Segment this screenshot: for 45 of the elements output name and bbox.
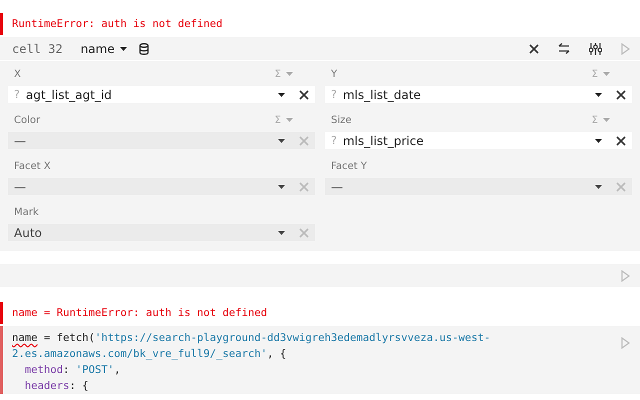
run-icon[interactable] <box>621 270 630 282</box>
sliders-icon[interactable] <box>589 42 602 54</box>
caret-icon <box>286 118 293 122</box>
run-icon[interactable] <box>621 337 630 349</box>
caret-icon <box>278 92 285 96</box>
caret-icon <box>595 138 602 142</box>
code-line: 2.es.amazonaws.com/bk_vre_full9/_search', { <box>12 347 288 362</box>
close-icon[interactable] <box>299 90 309 100</box>
field-label: Facet Y <box>331 160 368 172</box>
swap-arrows-icon[interactable] <box>558 43 570 54</box>
field-label: X <box>14 68 22 80</box>
field-select[interactable]: — <box>8 178 293 195</box>
caret-icon <box>603 118 610 122</box>
field-label: Facet X <box>14 160 52 172</box>
close-icon[interactable] <box>616 136 626 146</box>
field-select[interactable]: — <box>8 132 293 149</box>
caret-icon <box>120 46 127 50</box>
field-label: Size <box>331 114 353 126</box>
run-icon[interactable] <box>621 42 630 54</box>
clear-button[interactable] <box>610 132 632 149</box>
clear-button[interactable] <box>293 86 315 103</box>
database-icon[interactable] <box>138 42 149 54</box>
field-label: Y <box>331 68 338 80</box>
field-label: Color <box>14 114 42 126</box>
caret-icon <box>595 92 602 96</box>
field-select[interactable]: ? agt_list_agt_id <box>8 86 293 103</box>
close-icon[interactable] <box>616 90 626 100</box>
source-dropdown[interactable]: name <box>80 42 127 56</box>
cell-label: cell 32 <box>12 42 63 56</box>
field-select[interactable]: ? mls_list_date <box>325 86 610 103</box>
close-icon[interactable] <box>529 44 539 54</box>
code-line: method: 'POST', <box>24 363 122 378</box>
field-label: Mark <box>14 206 40 218</box>
caret-icon <box>278 138 285 142</box>
caret-icon <box>278 184 285 188</box>
field-select[interactable]: ? mls_list_price <box>325 132 610 149</box>
caret-icon <box>286 72 293 76</box>
field-select[interactable]: — <box>325 178 610 195</box>
clear-button[interactable] <box>610 86 632 103</box>
field-select[interactable]: Auto <box>8 224 293 241</box>
caret-icon <box>595 184 602 188</box>
caret-icon <box>603 72 610 76</box>
code-line: name = fetch('https://search-playground-dd3vwigreh3edemadlyrsvveza.us-west- <box>12 331 492 346</box>
code-line: headers: { <box>24 379 90 394</box>
caret-icon <box>278 230 285 234</box>
